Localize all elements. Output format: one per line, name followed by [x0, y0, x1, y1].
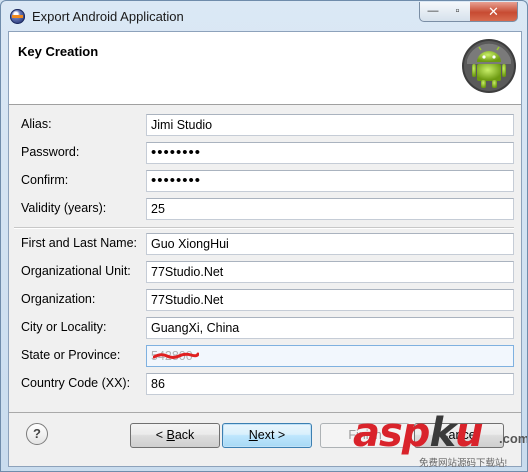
city-row: City or Locality: GuangXi, China — [9, 314, 521, 342]
back-mnemonic: B — [166, 428, 175, 442]
window-title: Export Android Application — [32, 9, 184, 24]
organization-input[interactable]: 77Studio.Net — [146, 289, 514, 311]
confirm-row: Confirm: •••••••• — [9, 167, 521, 195]
confirm-label: Confirm: — [21, 173, 69, 187]
name-row: First and Last Name: Guo XiongHui — [9, 230, 521, 258]
page-title: Key Creation — [18, 44, 99, 59]
name-label: First and Last Name: — [21, 236, 138, 250]
section-separator — [14, 227, 514, 229]
state-label: State or Province: — [21, 348, 121, 362]
password-row: Password: •••••••• — [9, 139, 521, 167]
cancel-button[interactable]: Cancel — [414, 423, 504, 448]
alias-row: Alias: Jimi Studio — [9, 111, 521, 139]
password-input[interactable]: •••••••• — [146, 142, 514, 164]
back-suffix: ack — [174, 428, 195, 442]
city-label: City or Locality: — [21, 320, 107, 334]
key-form: Alias: Jimi Studio Password: •••••••• Co… — [9, 105, 521, 421]
export-dialog: Export Android Application — ▫ ✕ Key Cre… — [0, 0, 528, 472]
organization-row: Organization: 77Studio.Net — [9, 286, 521, 314]
maximize-button[interactable]: ▫ — [445, 2, 471, 22]
country-input[interactable]: 86 — [146, 373, 514, 395]
help-button[interactable]: ? — [26, 423, 48, 445]
redaction-scribble — [153, 352, 199, 359]
android-logo-icon — [462, 39, 516, 93]
state-row: State or Province: 542800 — [9, 342, 521, 370]
validity-input[interactable]: 25 — [146, 198, 514, 220]
next-mnemonic: N — [248, 428, 258, 442]
minimize-button[interactable]: — — [419, 2, 447, 22]
password-label: Password: — [21, 145, 80, 159]
back-prefix: < — [155, 428, 167, 442]
wizard-header: Key Creation — [9, 32, 521, 105]
eclipse-icon — [10, 9, 25, 24]
org-unit-row: Organizational Unit: 77Studio.Net — [9, 258, 521, 286]
finish-button[interactable]: Finish — [320, 423, 410, 448]
confirm-input[interactable]: •••••••• — [146, 170, 514, 192]
back-button[interactable]: < Back — [130, 423, 220, 448]
dialog-client-area: Key Creation Alias: Jimi Studio Password… — [8, 31, 522, 467]
next-button[interactable]: Next > — [222, 423, 312, 448]
alias-label: Alias: — [21, 117, 52, 131]
org-unit-input[interactable]: 77Studio.Net — [146, 261, 514, 283]
alias-input[interactable]: Jimi Studio — [146, 114, 514, 136]
validity-row: Validity (years): 25 — [9, 195, 521, 223]
title-bar[interactable]: Export Android Application — ▫ ✕ — [1, 1, 527, 31]
organization-label: Organization: — [21, 292, 96, 306]
org-unit-label: Organizational Unit: — [21, 264, 131, 278]
country-label: Country Code (XX): — [21, 376, 131, 390]
close-button[interactable]: ✕ — [470, 2, 518, 22]
validity-label: Validity (years): — [21, 201, 107, 215]
state-input[interactable]: 542800 — [146, 345, 514, 367]
footer-separator — [9, 412, 521, 413]
country-row: Country Code (XX): 86 — [9, 370, 521, 398]
city-input[interactable]: GuangXi, China — [146, 317, 514, 339]
next-suffix: ext > — [257, 428, 286, 442]
name-input[interactable]: Guo XiongHui — [146, 233, 514, 255]
